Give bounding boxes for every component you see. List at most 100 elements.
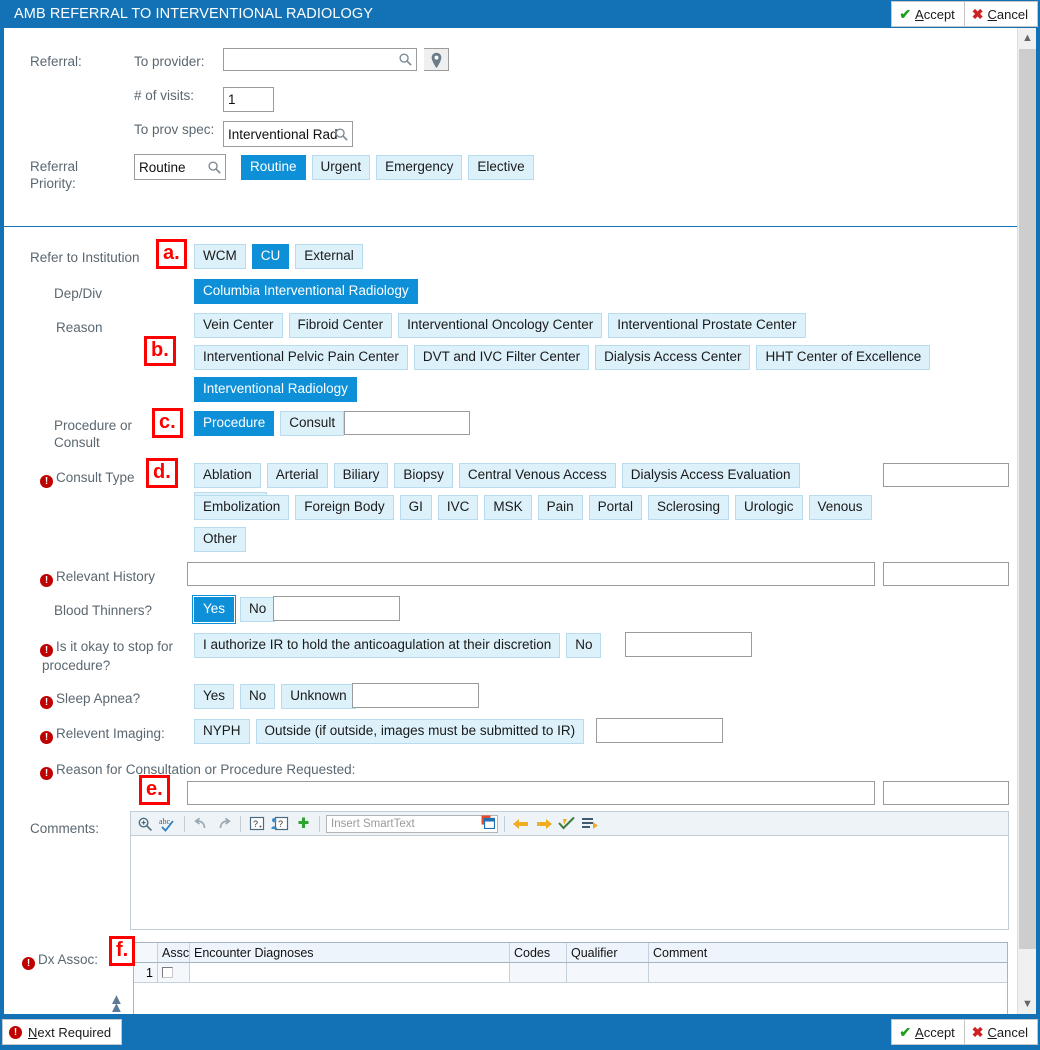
question-box-icon[interactable]: ? (247, 814, 267, 834)
redo-icon[interactable] (214, 814, 234, 834)
reason-for-consult-value (188, 782, 874, 785)
zoom-in-icon[interactable] (135, 814, 155, 834)
next-wildcard-icon[interactable] (534, 814, 554, 834)
dx-row-qualifier[interactable] (567, 963, 649, 982)
consult-type-chip-embolization[interactable]: Embolization (194, 495, 289, 520)
scrollbar-thumb[interactable] (1019, 49, 1036, 949)
accept-all-icon[interactable] (557, 814, 577, 834)
consult-type-chip-ivc[interactable]: IVC (438, 495, 479, 520)
insert-smarttext-input[interactable]: Insert SmartText (326, 815, 498, 833)
question-person-icon[interactable]: ? (270, 814, 290, 834)
cancel-button-top[interactable]: ✖ Cancel (965, 1, 1038, 27)
reason-chip-dvt-and-ivc-filter-center[interactable]: DVT and IVC Filter Center (414, 345, 589, 370)
relevant-imaging-chip-nyph[interactable]: NYPH (194, 719, 250, 744)
reason-chip-interventional-prostate-center[interactable]: Interventional Prostate Center (608, 313, 805, 338)
institution-chip-wcm[interactable]: WCM (194, 244, 246, 269)
okay-to-stop-text[interactable] (625, 632, 752, 657)
reason-chip-interventional-pelvic-pain-center[interactable]: Interventional Pelvic Pain Center (194, 345, 408, 370)
next-required-button[interactable]: ! Next Required (2, 1019, 122, 1045)
priority-chip-emergency[interactable]: Emergency (376, 155, 462, 180)
okay-to-stop-chip-i-authorize-ir-to-hold-the-anticoagulation-at-their-discretion[interactable]: I authorize IR to hold the anticoagulati… (194, 633, 560, 658)
depdiv-chip-columbia-interventional-radiology[interactable]: Columbia Interventional Radiology (194, 279, 418, 304)
reason-chip-dialysis-access-center[interactable]: Dialysis Access Center (595, 345, 750, 370)
add-plus-icon[interactable] (293, 814, 313, 834)
sleep-apnea-chip-no[interactable]: No (240, 684, 275, 709)
undo-icon[interactable] (191, 814, 211, 834)
reason-chip-hht-center-of-excellence[interactable]: HHT Center of Excellence (756, 345, 930, 370)
provider-location-button[interactable] (424, 48, 449, 71)
sleep-apnea-chip-unknown[interactable]: Unknown (281, 684, 355, 709)
consult-type-chip-msk[interactable]: MSK (484, 495, 531, 520)
consult-type-chip-urologic[interactable]: Urologic (735, 495, 803, 520)
double-chevron-up-icon[interactable]: ▲▲ (109, 991, 124, 1014)
reason-chip-interventional-radiology[interactable]: Interventional Radiology (194, 377, 357, 402)
proc-chip-consult[interactable]: Consult (280, 411, 344, 436)
consult-type-chip-dialysis-access-evaluation[interactable]: Dialysis Access Evaluation (622, 463, 800, 488)
proc-chip-procedure[interactable]: Procedure (194, 411, 274, 436)
consult-type-chip-arterial[interactable]: Arterial (267, 463, 328, 488)
comments-textarea[interactable] (130, 835, 1009, 930)
to-provider-input[interactable] (223, 48, 417, 71)
blood-thinners-chip-no[interactable]: No (240, 597, 275, 622)
procedure-or-consult-text[interactable] (344, 411, 470, 435)
dx-col-num (134, 943, 158, 962)
accept-button-bottom[interactable]: ✔ Accept (891, 1019, 964, 1045)
reason-chip-interventional-oncology-center[interactable]: Interventional Oncology Center (398, 313, 602, 338)
consult-type-chip-sclerosing[interactable]: Sclerosing (648, 495, 729, 520)
cancel-button-bottom[interactable]: ✖ Cancel (965, 1019, 1038, 1045)
consult-type-chip-foreign-body[interactable]: Foreign Body (295, 495, 393, 520)
relevant-history-extra-input[interactable] (883, 562, 1009, 586)
consult-type-chip-biopsy[interactable]: Biopsy (394, 463, 453, 488)
relevant-history-input[interactable] (187, 562, 875, 586)
consult-type-chip-ablation[interactable]: Ablation (194, 463, 261, 488)
dx-assc-checkbox[interactable] (162, 967, 173, 978)
dx-row-encounter-diagnosis[interactable] (190, 963, 510, 982)
priority-chip-routine[interactable]: Routine (241, 155, 306, 180)
consult-type-chip-venous[interactable]: Venous (809, 495, 872, 520)
reason-chip-fibroid-center[interactable]: Fibroid Center (289, 313, 393, 338)
scroll-down-icon[interactable]: ▼ (1018, 994, 1036, 1014)
consult-type-chip-gi[interactable]: GI (400, 495, 432, 520)
scroll-up-icon[interactable]: ▲ (1018, 28, 1036, 48)
institution-options: WCMCUExternal (194, 244, 369, 273)
previous-wildcard-icon[interactable] (511, 814, 531, 834)
smarttext-picker-icon[interactable] (481, 815, 495, 832)
dx-assoc-table-header: Assc Encounter Diagnoses Codes Qualifier… (134, 943, 1007, 963)
consult-type-text[interactable] (883, 463, 1009, 487)
blood-thinners-text-value (274, 597, 399, 600)
search-icon[interactable] (207, 160, 222, 175)
reason-for-consult-input[interactable] (187, 781, 875, 805)
to-prov-spec-input[interactable]: Interventional Rad (223, 121, 353, 147)
sleep-apnea-chip-yes[interactable]: Yes (194, 684, 234, 709)
reason-chip-vein-center[interactable]: Vein Center (194, 313, 283, 338)
visits-input[interactable]: 1 (223, 87, 274, 112)
sleep-apnea-text[interactable] (352, 683, 479, 708)
referral-priority-input[interactable]: Routine (134, 154, 226, 180)
okay-to-stop-chip-no[interactable]: No (566, 633, 601, 658)
dx-row-codes[interactable] (510, 963, 567, 982)
institution-chip-cu[interactable]: CU (252, 244, 290, 269)
blood-thinners-chip-yes[interactable]: Yes (194, 597, 234, 622)
institution-chip-external[interactable]: External (295, 244, 363, 269)
relevant-imaging-chip-outside-if-outside-images-must-be-submitted-to-ir[interactable]: Outside (if outside, images must be subm… (256, 719, 585, 744)
consult-type-chip-other[interactable]: Other (194, 527, 246, 552)
priority-chip-urgent[interactable]: Urgent (312, 155, 371, 180)
table-row[interactable]: 1 (134, 963, 1007, 983)
reason-for-consult-extra-input[interactable] (883, 781, 1009, 805)
blood-thinners-text[interactable] (273, 596, 400, 621)
consult-type-chip-central-venous-access[interactable]: Central Venous Access (459, 463, 616, 488)
spellcheck-icon[interactable]: abc (158, 814, 178, 834)
consult-type-chip-biliary[interactable]: Biliary (334, 463, 389, 488)
consult-type-chip-pain[interactable]: Pain (538, 495, 583, 520)
search-icon[interactable] (398, 52, 413, 67)
accept-button-top[interactable]: ✔ Accept (891, 1, 964, 27)
vertical-scrollbar[interactable]: ▲ ▼ (1017, 28, 1036, 1014)
dx-row-comment[interactable] (649, 963, 1007, 982)
more-options-icon[interactable] (580, 814, 600, 834)
relevant-imaging-text[interactable] (596, 718, 723, 743)
consult-type-label: !Consult Type (40, 466, 135, 488)
search-icon[interactable] (334, 127, 349, 142)
priority-chip-elective[interactable]: Elective (468, 155, 533, 180)
consult-type-chip-portal[interactable]: Portal (589, 495, 642, 520)
dx-row-assc-cell[interactable] (158, 963, 190, 982)
